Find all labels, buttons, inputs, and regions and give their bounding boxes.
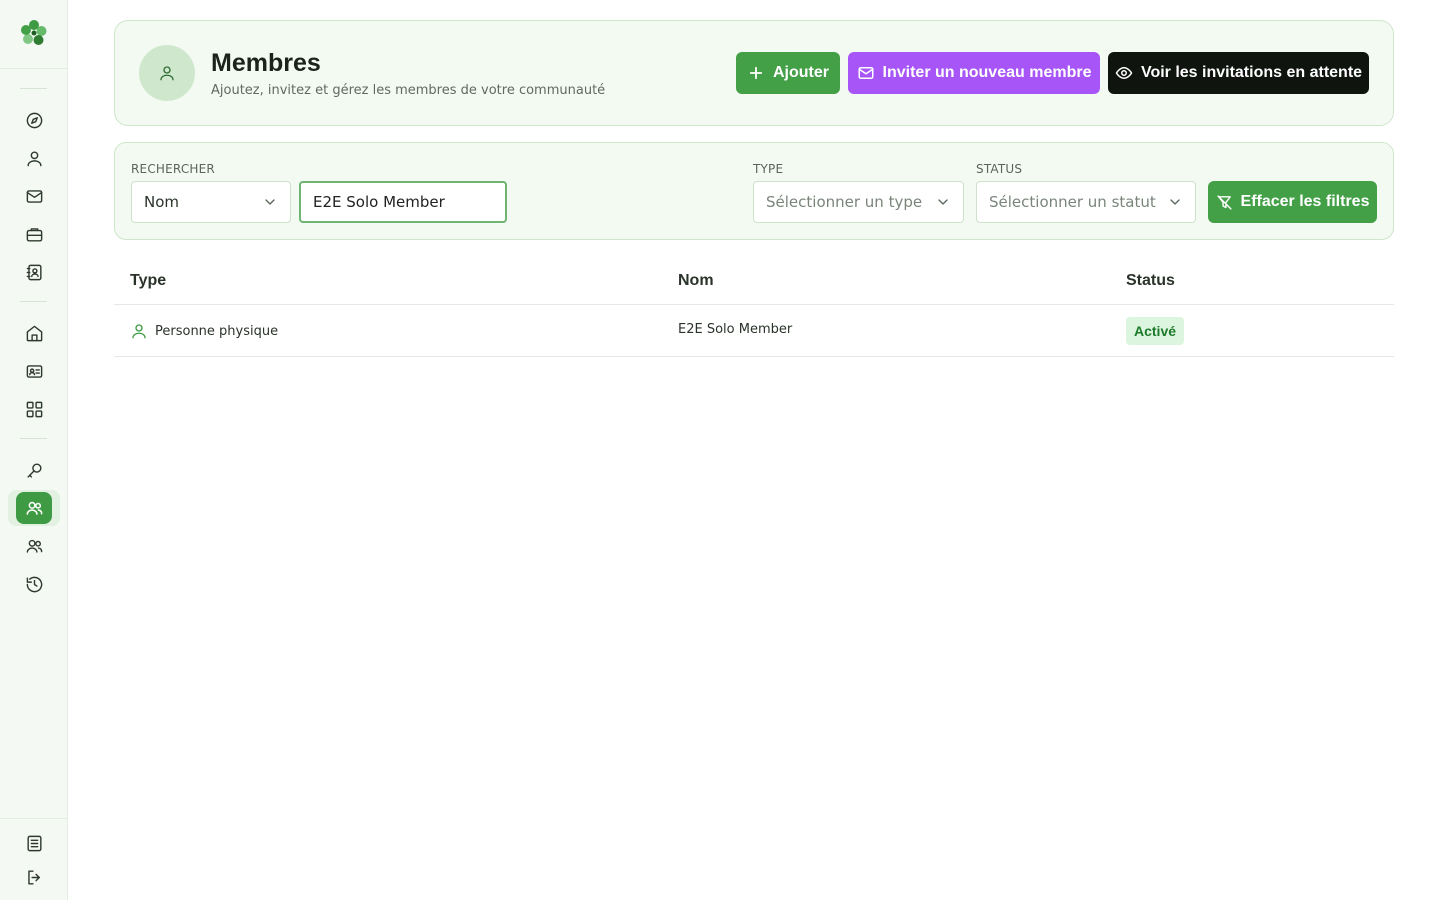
chevron-down-icon [265, 199, 275, 205]
add-member-label: Ajouter [773, 64, 829, 81]
members-avatar [139, 45, 195, 101]
mail-icon [858, 67, 874, 79]
search-label: RECHERCHER [131, 162, 215, 176]
filter-off-icon [1216, 194, 1232, 210]
key-icon[interactable] [22, 458, 46, 482]
column-header-type[interactable]: Type [130, 272, 166, 290]
sidebar-divider [20, 438, 47, 439]
user-icon[interactable] [22, 146, 46, 170]
invite-member-button[interactable]: Inviter un nouveau membre [848, 52, 1100, 94]
eye-icon [1115, 67, 1133, 79]
sidebar-divider [0, 68, 68, 69]
users-icon[interactable] [22, 534, 46, 558]
row-type-cell: Personne physique [130, 322, 278, 340]
column-header-name[interactable]: Nom [678, 272, 714, 290]
search-field-value: Nom [144, 193, 180, 211]
status-select-placeholder: Sélectionner un statut [989, 193, 1156, 211]
person-icon [132, 324, 146, 339]
home-icon[interactable] [22, 321, 46, 345]
row-type-text: Personne physique [155, 323, 279, 339]
add-member-button[interactable]: Ajouter [736, 52, 840, 94]
id-card-icon[interactable] [22, 359, 46, 383]
status-label: STATUS [976, 162, 1023, 176]
column-header-status[interactable]: Status [1126, 272, 1175, 290]
chevron-down-icon [1170, 199, 1180, 205]
grid-icon[interactable] [22, 397, 46, 421]
type-select[interactable]: Sélectionner un type [753, 181, 964, 223]
clear-filters-button[interactable]: Effacer les filtres [1208, 181, 1377, 223]
search-input[interactable] [299, 181, 507, 223]
sidebar-divider [0, 818, 68, 819]
clear-filters-label: Effacer les filtres [1240, 193, 1370, 210]
row-name-cell: E2E Solo Member [678, 322, 793, 337]
members-table: Type Nom Status Personne physique E2E So… [114, 256, 1394, 357]
sidebar [0, 0, 68, 900]
logout-icon[interactable] [22, 865, 46, 889]
history-icon[interactable] [22, 572, 46, 596]
plus-icon [749, 66, 763, 80]
status-select[interactable]: Sélectionner un statut [976, 181, 1196, 223]
view-pending-invitations-label: Voir les invitations en attente [1140, 64, 1363, 81]
table-row[interactable]: Personne physique E2E Solo Member Activé [114, 305, 1394, 357]
contact-book-icon[interactable] [22, 260, 46, 284]
view-pending-invitations-button[interactable]: Voir les invitations en attente [1108, 52, 1369, 94]
invite-member-label: Inviter un nouveau membre [882, 64, 1092, 81]
status-badge: Activé [1126, 317, 1185, 345]
type-label: TYPE [753, 162, 784, 176]
page-header: Membres Ajoutez, invitez et gérez les me… [114, 20, 1394, 126]
user-icon [160, 66, 174, 81]
chevron-down-icon [938, 199, 948, 205]
document-icon[interactable] [22, 831, 46, 855]
type-select-placeholder: Sélectionner un type [766, 193, 923, 211]
sidebar-divider [20, 301, 47, 302]
mail-icon[interactable] [22, 184, 46, 208]
table-header: Type Nom Status [114, 256, 1394, 305]
compass-icon[interactable] [22, 108, 46, 132]
members-icon[interactable] [16, 492, 52, 524]
app-logo[interactable] [19, 18, 49, 48]
briefcase-icon[interactable] [22, 222, 46, 246]
page-title: Membres [211, 49, 321, 77]
sidebar-divider [20, 88, 47, 89]
page-subtitle: Ajoutez, invitez et gérez les membres de… [211, 83, 606, 98]
filter-panel: RECHERCHER Nom TYPE Sélectionner un type… [114, 142, 1394, 240]
search-field-select[interactable]: Nom [131, 181, 291, 223]
